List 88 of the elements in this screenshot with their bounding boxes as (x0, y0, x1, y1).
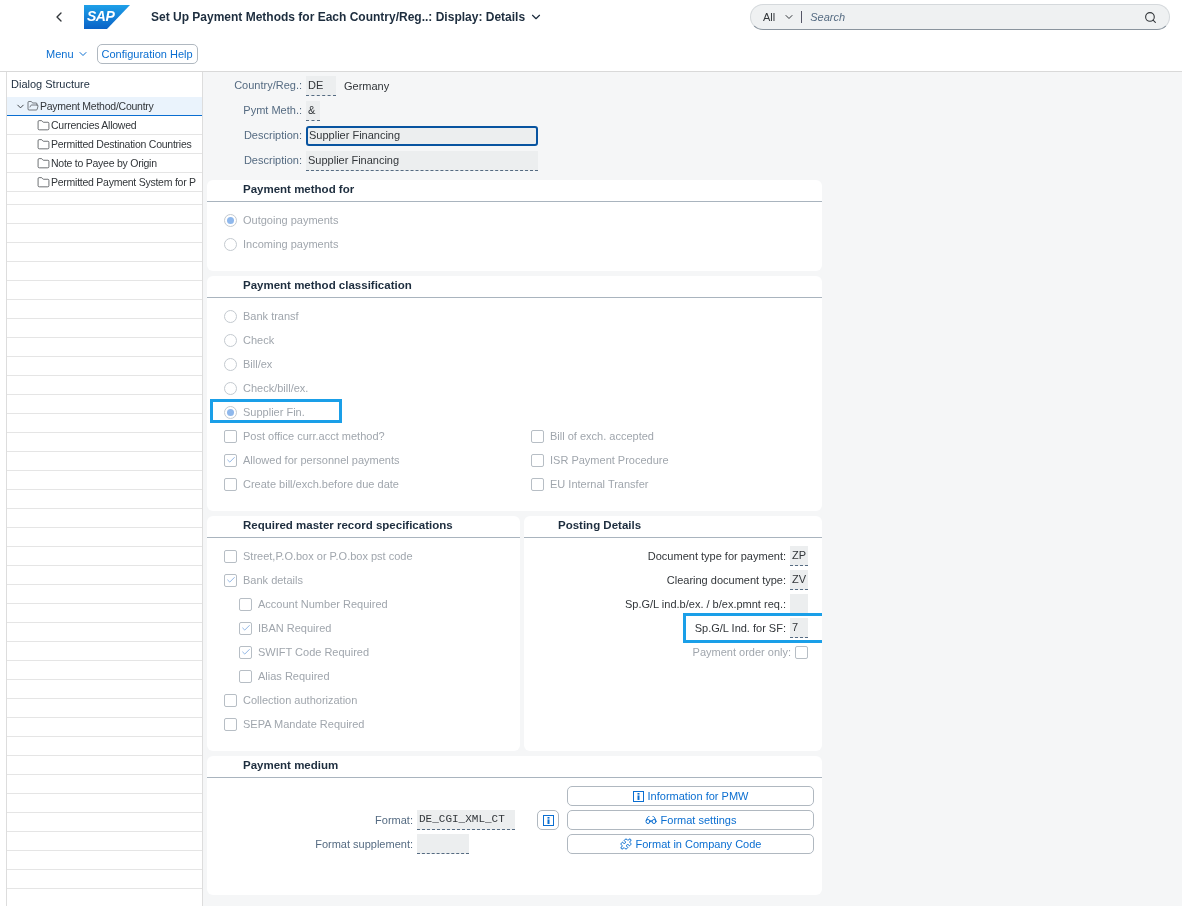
check-icon (225, 575, 236, 585)
option-label: Check/bill/ex. (243, 382, 309, 394)
input-field[interactable] (417, 834, 469, 854)
option-label: Check (243, 334, 275, 346)
option-label: SEPA Mandate Required (243, 718, 365, 730)
checkbox[interactable] (531, 453, 544, 467)
option-label: IBAN Required (258, 622, 332, 634)
option-label: Bill/ex (243, 358, 273, 370)
action-button[interactable]: Information for PMW (567, 786, 814, 806)
field-label: Country/Reg.: (233, 78, 302, 93)
checkbox[interactable] (239, 645, 252, 659)
search-field[interactable]: All Search (750, 4, 1170, 30)
field-label: Document type for payment: (647, 550, 786, 562)
app-title: Set Up Payment Methods for Each Country/Reg..: Display: Details (151, 10, 526, 24)
field-label: Clearing document type: (666, 574, 786, 586)
option-label: Bill of exch. accepted (550, 430, 654, 442)
field-label: Pymt Meth.: (242, 103, 302, 118)
puzzle-icon (619, 838, 632, 850)
option-label: Bank details (243, 574, 303, 586)
help-button[interactable]: Configuration Help (96, 44, 198, 64)
option-label: Account Number Required (258, 598, 388, 610)
checkbox[interactable] (224, 429, 237, 443)
section-title: Payment medium (207, 756, 822, 778)
input-field[interactable]: 7 (790, 618, 808, 638)
option-label: ISR Payment Procedure (550, 454, 669, 466)
field-label: Description: (242, 128, 302, 143)
checkbox[interactable] (795, 645, 808, 659)
option-label: SWIFT Code Required (258, 646, 370, 658)
input-field[interactable]: DE_CGI_XML_CT (417, 810, 515, 830)
action-button[interactable]: Format settings (567, 810, 814, 830)
menu-button[interactable]: Menu (46, 46, 89, 62)
option-label: EU Internal Transfer (550, 478, 649, 490)
checkbox[interactable] (224, 453, 237, 467)
folder-icon (37, 156, 50, 170)
folder-icon (37, 137, 50, 151)
input-field[interactable]: ZP (790, 546, 808, 566)
field-label: Format supplement: (314, 837, 413, 852)
section-title: Payment method for (207, 180, 822, 202)
checkbox[interactable] (224, 477, 237, 491)
section-title: Required master record specifications (207, 516, 520, 538)
field-label: Sp.G/L ind.b/ex. / b/ex.pmnt req.: (625, 598, 786, 610)
input-field[interactable]: ZV (790, 570, 808, 590)
checkbox[interactable] (239, 669, 252, 683)
option-label: Post office curr.acct method? (243, 430, 385, 442)
logo: SAP (84, 5, 130, 29)
input-field[interactable]: & (306, 101, 320, 121)
checkbox[interactable] (224, 693, 237, 707)
search-icon[interactable] (1144, 10, 1157, 24)
checkbox[interactable] (531, 477, 544, 491)
checkbox[interactable] (224, 717, 237, 731)
field-label: Description: (242, 153, 302, 168)
option-label: Supplier Fin. (243, 406, 305, 418)
check-icon (225, 455, 236, 465)
action-button[interactable]: Format in Company Code (567, 834, 814, 854)
checkbox[interactable] (531, 429, 544, 443)
checkbox[interactable] (224, 573, 237, 587)
option-label: Incoming payments (243, 238, 339, 250)
glasses-icon (644, 814, 657, 826)
check-icon (240, 647, 251, 657)
country-name: Germany (344, 80, 390, 92)
section-title: Payment method classification (207, 276, 822, 298)
option-label: Collection authorization (243, 694, 358, 706)
info-icon (632, 790, 644, 802)
folder-icon (37, 175, 50, 189)
checkbox[interactable] (224, 549, 237, 563)
scope-dropdown[interactable]: All (763, 11, 803, 23)
info-button[interactable] (537, 810, 559, 830)
field-label: Format: (374, 813, 413, 828)
checkbox[interactable] (239, 621, 252, 635)
option-label: Alias Required (258, 670, 330, 682)
option-label: Allowed for personnel payments (243, 454, 400, 466)
folder-icon (27, 100, 39, 112)
option-label: Bank transf (243, 310, 299, 322)
section-title: Posting Details (524, 516, 822, 538)
input-field[interactable]: DE (306, 76, 336, 96)
option-label: Street,P.O.box or P.O.box pst code (243, 550, 413, 562)
check-icon (240, 623, 251, 633)
info-icon (542, 814, 554, 826)
input-field[interactable]: Supplier Financing (306, 126, 538, 146)
folder-icon (37, 118, 50, 132)
input-field[interactable]: Supplier Financing (306, 151, 538, 171)
input-field[interactable] (790, 594, 808, 614)
option-label: Outgoing payments (243, 214, 339, 226)
checkbox[interactable] (239, 597, 252, 611)
tree-item[interactable]: Payment Method/Country (7, 97, 202, 116)
option-label: Create bill/exch.before due date (243, 478, 399, 490)
field-label: Payment order only: (692, 646, 791, 658)
field-label: Sp.G/L Ind. for SF: (694, 622, 786, 634)
